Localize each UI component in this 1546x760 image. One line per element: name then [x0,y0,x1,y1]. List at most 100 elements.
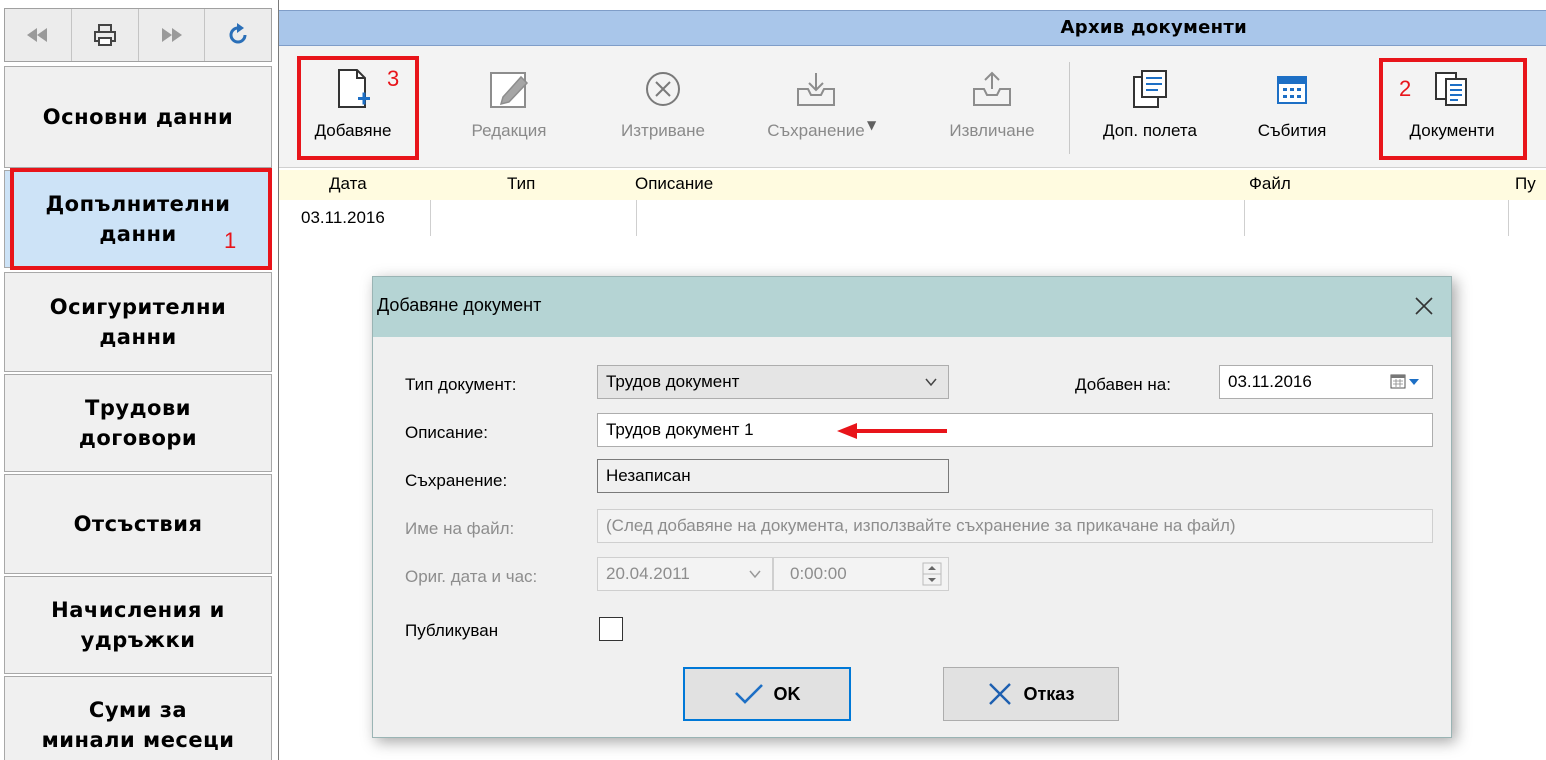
annotation-number-2: 2 [1399,76,1412,101]
filename-label: Име на файл: [405,519,515,538]
table-row[interactable]: 03.11.2016 [279,200,1546,236]
column-header-type[interactable]: Тип [507,174,535,194]
published-label: Публикуван [405,621,499,640]
orig-date-field[interactable]: 20.04.2011 [597,557,773,591]
description-input[interactable]: Трудов документ 1 [597,413,1433,447]
nav-toolbar [4,8,272,62]
storage-status-value: Незаписан [606,466,691,485]
nav-item-label: Осигурителни [49,295,227,319]
filename-placeholder: (След добавяне на документа, използвайте… [606,516,1236,535]
column-header-published[interactable]: Пу [1515,174,1536,194]
highlight-box-1 [10,168,272,270]
storage-label: Съхранение: [405,471,508,490]
dialog-body: Тип документ: Трудов документ Добавен на… [373,337,1451,737]
column-header-file[interactable]: Файл [1249,174,1291,194]
delete-icon [646,72,680,106]
highlight-box-2 [1379,58,1527,160]
nav-item-label: удръжки [80,628,196,652]
events-button[interactable]: Събития [1237,58,1347,158]
chevron-down-icon [749,570,761,579]
column-header-description[interactable]: Описание [635,174,713,194]
cell-type [431,200,637,236]
nav-item-absences[interactable]: Отсъствия [4,474,272,574]
nav-item-accruals-deductions[interactable]: Начисления и удръжки [4,576,272,674]
panel-title: Архив документи [1060,17,1247,38]
nav-item-basic-data[interactable]: Основни данни [4,66,272,168]
nav-item-label: Основни данни [42,105,234,129]
annotation-number-3: 3 [387,66,400,91]
nav-item-label: Суми за [88,698,188,722]
extra-fields-button-label: Доп. полета [1103,121,1197,140]
print-button[interactable] [72,9,139,61]
filename-field[interactable]: (След добавяне на документа, използвайте… [597,509,1433,543]
orig-date-value: 20.04.2011 [606,564,690,583]
storage-status-field: Незаписан [597,459,949,493]
cell-date-value: 03.11.2016 [301,208,385,227]
extra-fields-button[interactable]: Доп. полета [1085,58,1215,158]
nav-item-label: Начисления и [51,598,225,622]
save-dropdown-arrow[interactable]: ▼ [867,118,876,132]
nav-item-label: минали месеци [41,728,235,752]
documents-toolbar: Добавяне Редакция Изтриване Съхранение ▼ [279,46,1546,168]
delete-button[interactable]: Изтриване [601,58,725,158]
calendar-dropdown-icon[interactable] [1390,374,1424,390]
form-fields-icon [1133,70,1167,108]
nav-item-insurance-data[interactable]: Осигурителни данни [4,272,272,372]
cancel-button[interactable]: Отказ [943,667,1119,721]
checkmark-icon [734,684,763,704]
nav-item-employment-contracts[interactable]: Трудови договори [4,374,272,472]
cell-date: 03.11.2016 [279,200,431,236]
printer-icon [93,24,116,46]
orig-datetime-label: Ориг. дата и час: [405,567,538,586]
prev-button[interactable] [5,9,72,61]
added-on-date-field[interactable]: 03.11.2016 [1219,365,1433,399]
download-tray-icon [797,73,835,106]
add-document-dialog: Добавяне документ Тип документ: Трудов д… [372,276,1452,738]
nav-item-label: данни [99,325,177,349]
annotation-number-1: 1 [224,228,237,253]
nav-item-past-months[interactable]: Суми за минали месеци [4,676,272,760]
nav-item-label: Трудови [85,396,191,420]
orig-time-field[interactable]: 0:00:00 [773,557,949,591]
toolbar-separator [1069,62,1070,154]
type-label: Тип документ: [405,375,517,394]
document-type-value: Трудов документ [606,372,740,391]
chevron-down-icon [925,378,937,387]
column-header-date[interactable]: Дата [329,174,367,194]
document-type-select[interactable]: Трудов документ [597,365,949,399]
description-label: Описание: [405,423,488,442]
edit-button-label: Редакция [471,121,547,140]
ok-button-label: OK [773,683,801,704]
refresh-icon [229,23,247,44]
dialog-title: Добавяне документ [377,295,542,315]
dialog-title-bar: Добавяне документ [373,277,1451,337]
close-icon [1415,297,1433,315]
refresh-button[interactable] [205,9,271,61]
dialog-close-button[interactable] [1409,291,1439,321]
time-spinner-icon[interactable] [922,562,942,586]
published-checkbox[interactable] [599,617,623,641]
ok-button[interactable]: OK [683,667,851,721]
cell-file [1245,200,1509,236]
left-navigation: Основни данни Допълнителни данни Осигури… [0,0,276,760]
grid-header: Дата Тип Описание Файл Пу [279,170,1546,200]
next-button[interactable] [139,9,206,61]
extract-button-label: Извличане [949,121,1035,140]
save-button-label: Съхранение [767,121,865,140]
extract-button[interactable]: Извличане [929,58,1055,158]
nav-item-label: Отсъствия [73,512,203,536]
annotation-arrow [837,423,947,439]
events-button-label: Събития [1257,121,1327,140]
calendar-icon [1277,76,1307,104]
edit-icon [490,72,529,108]
added-on-date-value: 03.11.2016 [1228,372,1312,391]
highlight-box-3 [297,56,419,160]
orig-time-value: 0:00:00 [790,564,847,583]
upload-tray-icon [973,71,1011,106]
cancel-button-label: Отказ [1023,683,1075,704]
panel-title-bar: Архив документи [279,10,1546,46]
save-button[interactable]: Съхранение [749,58,883,158]
delete-button-label: Изтриване [621,121,705,140]
edit-button[interactable]: Редакция [449,58,569,158]
rewind-icon [26,28,47,42]
